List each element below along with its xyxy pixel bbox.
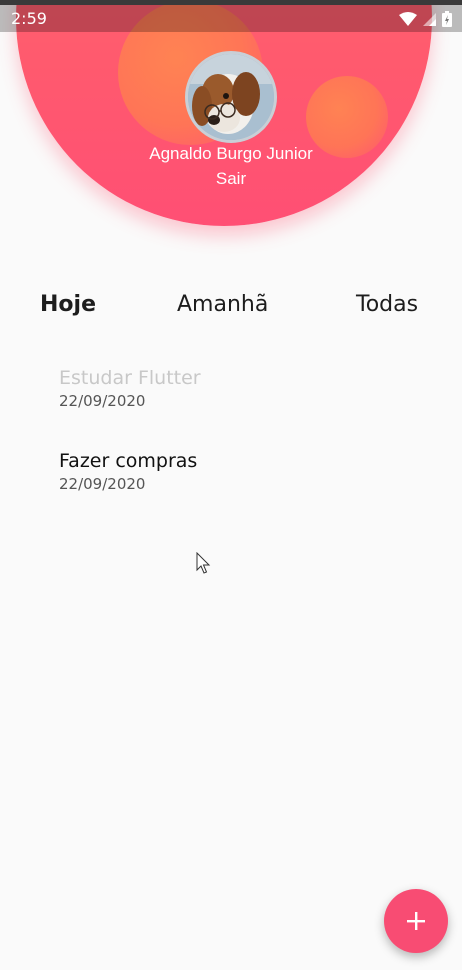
status-time: 2:59 [11, 9, 47, 28]
task-title: Fazer compras [59, 450, 198, 472]
task-date: 22/09/2020 [59, 392, 146, 410]
mouse-pointer-icon [196, 552, 211, 574]
avatar[interactable] [185, 51, 277, 143]
tab-today[interactable]: Hoje [40, 288, 96, 322]
task-item[interactable]: Estudar Flutter 22/09/2020 [59, 365, 419, 411]
logout-link[interactable]: Sair [211, 168, 251, 190]
task-item[interactable]: Fazer compras 22/09/2020 [59, 448, 419, 494]
wifi-icon [399, 12, 417, 26]
plus-icon [407, 912, 425, 930]
status-bar: 2:59 [0, 0, 462, 32]
add-task-button[interactable] [384, 889, 448, 953]
task-title: Estudar Flutter [59, 367, 201, 389]
status-icons [399, 11, 452, 27]
app-screen: Agnaldo Burgo Junior Sair 2:59 Hoje Aman… [0, 0, 462, 970]
task-date: 22/09/2020 [59, 475, 146, 493]
dog-photo-avatar-image [188, 54, 274, 140]
signal-icon [423, 12, 436, 26]
user-name: Agnaldo Burgo Junior [149, 144, 313, 163]
tab-all[interactable]: Todas [356, 288, 418, 322]
tab-tomorrow[interactable]: Amanhã [177, 288, 268, 322]
battery-icon [442, 11, 452, 27]
